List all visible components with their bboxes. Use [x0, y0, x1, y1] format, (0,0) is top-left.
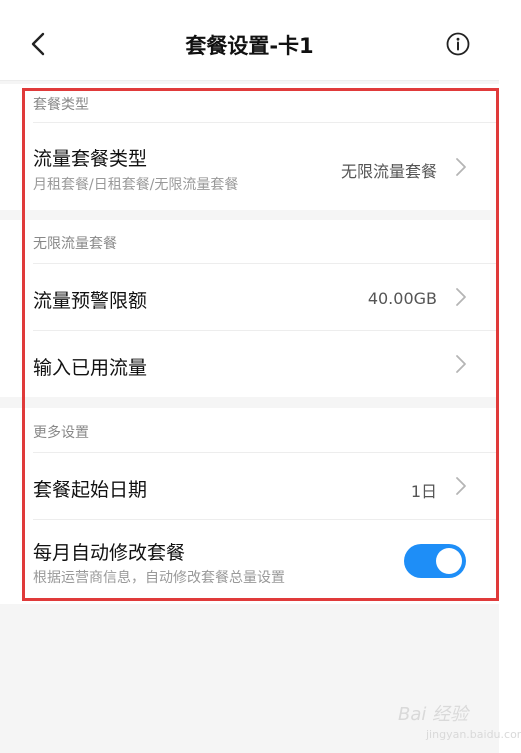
- toggle-knob: [436, 548, 462, 574]
- header-divider: [0, 80, 499, 81]
- info-icon[interactable]: [446, 32, 470, 56]
- row-data-plan-type[interactable]: 流量套餐类型 月租套餐/日租套餐/无限流量套餐 无限流量套餐: [0, 123, 499, 210]
- page-title: 套餐设置-卡1: [185, 34, 314, 58]
- section-label: 更多设置: [33, 425, 89, 441]
- chevron-right-icon: [456, 477, 466, 495]
- watermark-url: jingyan.baidu.com: [426, 728, 521, 741]
- row-value: 无限流量套餐: [340, 162, 437, 181]
- section-label: 无限流量套餐: [33, 236, 117, 252]
- settings-screen: 套餐设置-卡1 套餐类型 流量套餐类型 月租套餐/日租套餐/无限流量套餐 无限流…: [0, 0, 521, 753]
- row-title: 流量套餐类型: [33, 148, 148, 170]
- chevron-right-icon: [456, 355, 466, 373]
- section-plan-type: 套餐类型 流量套餐类型 月租套餐/日租套餐/无限流量套餐 无限流量套餐: [0, 84, 499, 210]
- chevron-right-icon: [456, 288, 466, 306]
- header-bar: 套餐设置-卡1: [0, 0, 499, 80]
- row-title: 每月自动修改套餐: [33, 542, 186, 564]
- row-title: 流量预警限额: [33, 290, 148, 312]
- auto-modify-toggle[interactable]: [404, 544, 466, 578]
- row-title: 套餐起始日期: [33, 479, 148, 501]
- row-title: 输入已用流量: [33, 357, 148, 379]
- chevron-right-icon: [456, 158, 466, 176]
- row-data-warning-limit[interactable]: 流量预警限额 40.00GB: [0, 264, 499, 330]
- row-subtitle: 根据运营商信息，自动修改套餐总量设置: [33, 570, 285, 586]
- watermark-logo: Bai 经验: [398, 704, 469, 725]
- row-value: 40.00GB: [367, 289, 437, 308]
- section-label: 套餐类型: [33, 97, 89, 113]
- row-plan-start-date[interactable]: 套餐起始日期 1日: [0, 453, 499, 519]
- row-value: 1日: [410, 482, 437, 501]
- row-input-used-data[interactable]: 输入已用流量: [0, 331, 499, 397]
- section-unlimited-plan: 无限流量套餐 流量预警限额 40.00GB 输入已用流量: [0, 220, 499, 397]
- row-subtitle: 月租套餐/日租套餐/无限流量套餐: [33, 177, 239, 193]
